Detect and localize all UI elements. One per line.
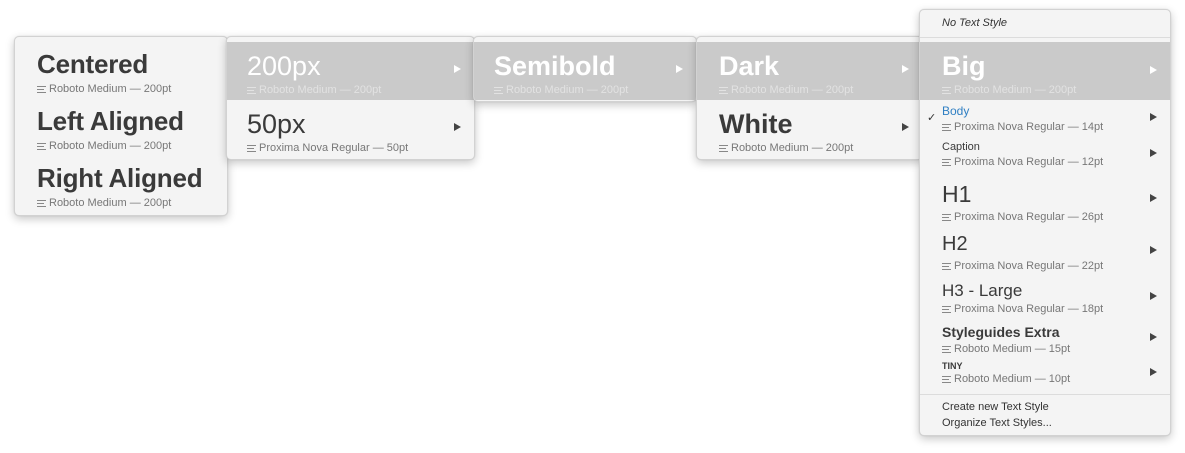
menu-item-body[interactable]: ✓ Body Proxima Nova Regular — 14pt <box>920 101 1170 137</box>
text-lines-icon <box>942 86 951 94</box>
submenu-arrow-icon <box>1150 66 1157 74</box>
item-title: 200px <box>247 51 321 81</box>
menu-divider <box>920 37 1170 38</box>
text-lines-icon <box>942 262 951 270</box>
item-meta: Roboto Medium — 200pt <box>494 84 628 96</box>
item-title: H3 - Large <box>942 281 1023 300</box>
item-meta: Proxima Nova Regular — 18pt <box>942 303 1103 315</box>
text-lines-icon <box>942 305 951 313</box>
item-meta: Roboto Medium — 200pt <box>719 84 853 96</box>
item-title: Big <box>942 51 986 81</box>
submenu-arrow-icon <box>1150 368 1157 376</box>
text-lines-icon <box>719 144 728 152</box>
item-meta: Roboto Medium — 10pt <box>942 373 1070 385</box>
item-meta: Proxima Nova Regular — 14pt <box>942 121 1103 133</box>
menu-item-centered[interactable]: Centered Roboto Medium — 200pt <box>15 37 227 95</box>
item-meta: Roboto Medium — 200pt <box>247 84 381 96</box>
menu-item-tiny[interactable]: TINY Roboto Medium — 10pt <box>920 359 1170 393</box>
no-text-style-item[interactable]: No Text Style <box>942 17 1007 29</box>
submenu-arrow-icon <box>1150 194 1157 202</box>
item-meta: Proxima Nova Regular — 22pt <box>942 260 1103 272</box>
menu-item-h1[interactable]: H1 Proxima Nova Regular — 26pt <box>920 173 1170 228</box>
menu-item-caption[interactable]: Caption Proxima Nova Regular — 12pt <box>920 137 1170 173</box>
menu-item-dark[interactable]: Dark Roboto Medium — 200pt <box>697 42 922 100</box>
item-title: Body <box>942 104 970 118</box>
item-title: H2 <box>942 233 968 255</box>
text-lines-icon <box>37 85 46 93</box>
item-title: 50px <box>247 109 306 139</box>
item-meta: Roboto Medium — 200pt <box>942 84 1076 96</box>
item-title: TINY <box>942 361 963 371</box>
submenu-arrow-icon <box>1150 333 1157 341</box>
menu-divider <box>920 394 1170 395</box>
item-meta: Roboto Medium — 200pt <box>37 197 171 209</box>
menu-item-white[interactable]: White Roboto Medium — 200pt <box>697 100 922 158</box>
color-menu: Dark Roboto Medium — 200pt White Roboto … <box>696 36 923 160</box>
text-lines-icon <box>494 86 503 94</box>
item-meta: Proxima Nova Regular — 50pt <box>247 142 408 154</box>
menu-item-50px[interactable]: 50px Proxima Nova Regular — 50pt <box>227 100 474 158</box>
item-title: Left Aligned <box>37 106 184 136</box>
menu-item-right-aligned[interactable]: Right Aligned Roboto Medium — 200pt <box>15 151 227 209</box>
text-lines-icon <box>247 144 256 152</box>
menu-item-h2[interactable]: H2 Proxima Nova Regular — 22pt <box>920 228 1170 275</box>
item-meta: Roboto Medium — 200pt <box>719 142 853 154</box>
submenu-arrow-icon <box>454 65 461 73</box>
item-title: H1 <box>942 181 972 207</box>
submenu-arrow-icon <box>676 65 683 73</box>
text-lines-icon <box>719 86 728 94</box>
text-lines-icon <box>247 86 256 94</box>
item-title: Dark <box>719 51 780 81</box>
menu-item-big[interactable]: Big Roboto Medium — 200pt <box>920 42 1170 100</box>
text-lines-icon <box>942 213 951 221</box>
text-lines-icon <box>942 158 951 166</box>
text-lines-icon <box>942 375 951 383</box>
item-title: Right Aligned <box>37 163 203 193</box>
menu-item-left-aligned[interactable]: Left Aligned Roboto Medium — 200pt <box>15 94 227 152</box>
text-lines-icon <box>942 345 951 353</box>
create-text-style-item[interactable]: Create new Text Style <box>942 401 1049 413</box>
menu-item-h3-large[interactable]: H3 - Large Proxima Nova Regular — 18pt <box>920 275 1170 319</box>
checkmark-icon: ✓ <box>927 112 937 124</box>
menu-item-semibold[interactable]: Semibold Roboto Medium — 200pt <box>474 42 696 100</box>
size-menu: 200px Roboto Medium — 200pt 50px Proxima… <box>226 36 475 160</box>
submenu-arrow-icon <box>902 65 909 73</box>
submenu-arrow-icon <box>902 123 909 131</box>
organize-text-styles-item[interactable]: Organize Text Styles... <box>942 417 1052 429</box>
menu-item-styleguides-extra[interactable]: Styleguides Extra Roboto Medium — 15pt <box>920 319 1170 359</box>
item-title: Centered <box>37 49 149 79</box>
text-lines-icon <box>37 199 46 207</box>
text-lines-icon <box>37 142 46 150</box>
text-lines-icon <box>942 123 951 131</box>
item-meta: Proxima Nova Regular — 12pt <box>942 156 1103 168</box>
submenu-arrow-icon <box>1150 149 1157 157</box>
item-title: Styleguides Extra <box>942 324 1060 340</box>
submenu-arrow-icon <box>454 123 461 131</box>
submenu-arrow-icon <box>1150 246 1157 254</box>
item-meta: Proxima Nova Regular — 26pt <box>942 211 1103 223</box>
weight-menu: Semibold Roboto Medium — 200pt <box>473 36 697 102</box>
item-meta: Roboto Medium — 15pt <box>942 343 1070 355</box>
item-title: Semibold <box>494 51 616 81</box>
menu-item-200px[interactable]: 200px Roboto Medium — 200pt <box>227 42 474 100</box>
text-style-menu: No Text Style Big Roboto Medium — 200pt … <box>919 9 1171 436</box>
item-title: White <box>719 109 793 139</box>
submenu-arrow-icon <box>1150 113 1157 121</box>
alignment-menu: Centered Roboto Medium — 200pt Left Alig… <box>14 36 228 216</box>
item-title: Caption <box>942 141 980 153</box>
submenu-arrow-icon <box>1150 292 1157 300</box>
